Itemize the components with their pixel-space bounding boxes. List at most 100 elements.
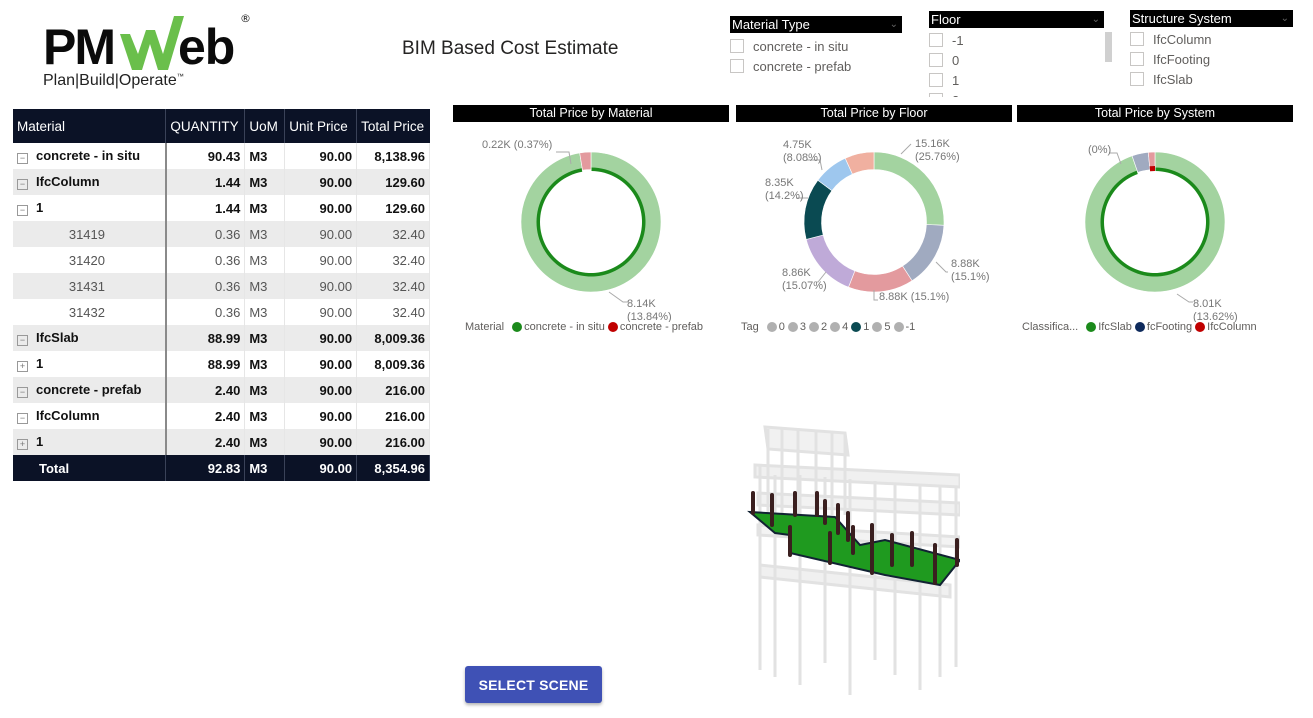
- checkbox[interactable]: [929, 93, 943, 97]
- data-label: 0.22K (0.37%): [482, 139, 552, 151]
- data-label: 15.16K: [915, 138, 951, 150]
- expand-icon[interactable]: +: [17, 439, 28, 450]
- collapse-icon[interactable]: −: [17, 179, 28, 190]
- column-header-uom[interactable]: UoM: [244, 109, 286, 143]
- chevron-down-icon[interactable]: ⌄: [1281, 10, 1289, 27]
- checkbox[interactable]: [929, 33, 943, 47]
- legend-item[interactable]: 4: [830, 321, 848, 333]
- row-label-cell: − IfcColumn: [13, 403, 167, 429]
- checkbox[interactable]: [1130, 32, 1144, 46]
- row-label-cell: − concrete - in situ: [13, 143, 167, 169]
- table-row: − IfcColumn 1.44 M3 90.00 129.60: [13, 169, 430, 195]
- uom-cell: M3: [244, 273, 286, 299]
- legend-label: 0: [778, 321, 785, 333]
- slicer-option[interactable]: IfcFooting: [1130, 49, 1293, 69]
- trademark: ™: [176, 73, 184, 81]
- legend-title: Classifica...: [1022, 321, 1079, 333]
- legend-item[interactable]: 5: [872, 321, 891, 333]
- total-price-cell: 8,009.36: [356, 325, 430, 351]
- legend-item[interactable]: 0: [766, 321, 785, 333]
- legend-dot-icon: [893, 322, 904, 332]
- row-label: concrete - prefab: [36, 382, 142, 397]
- legend-item[interactable]: IfcSlab: [1086, 321, 1132, 333]
- table-row: − concrete - prefab 2.40 M3 90.00 216.00: [13, 377, 430, 403]
- column-header-unit-price[interactable]: Unit Price: [284, 109, 358, 143]
- uom-cell: M3: [244, 169, 286, 195]
- legend-dot-icon: [1195, 322, 1206, 332]
- option-label: 2: [952, 93, 959, 98]
- total-price-cell: 32.40: [356, 299, 430, 325]
- column-header-material[interactable]: Material: [13, 109, 167, 143]
- row-label-cell: 31419: [13, 221, 167, 247]
- pmweb-logo: PM eb ® Plan|Build|Operate™: [40, 12, 260, 92]
- legend-item[interactable]: concrete - prefab: [607, 321, 703, 333]
- expand-icon[interactable]: +: [17, 361, 28, 372]
- checkbox[interactable]: [1130, 52, 1144, 66]
- checkbox[interactable]: [929, 73, 943, 87]
- slicer-option[interactable]: concrete - in situ: [730, 36, 902, 56]
- unit-price-cell: 90.00: [284, 351, 358, 377]
- slicer-option[interactable]: concrete - prefab: [730, 56, 902, 76]
- slicer-option[interactable]: IfcColumn: [1130, 29, 1293, 49]
- checkbox[interactable]: [730, 59, 744, 73]
- table-row: − IfcColumn 2.40 M3 90.00 216.00: [13, 403, 430, 429]
- slicer-option[interactable]: -1: [929, 30, 1104, 50]
- legend-item[interactable]: -1: [893, 321, 915, 333]
- legend-item[interactable]: concrete - in situ: [512, 321, 605, 333]
- floor-slicer-scrollbar[interactable]: [1105, 32, 1112, 62]
- collapse-icon[interactable]: −: [17, 387, 28, 398]
- column-header-total-price[interactable]: Total Price: [356, 109, 430, 143]
- select-scene-button[interactable]: SELECT SCENE: [465, 666, 602, 703]
- collapse-icon[interactable]: −: [17, 153, 28, 164]
- legend-item[interactable]: IfcColumn: [1195, 321, 1257, 333]
- legend-item[interactable]: fcFooting: [1134, 321, 1192, 333]
- donut-slice-0: [873, 151, 945, 226]
- legend-dot-icon: [851, 322, 862, 332]
- material-type-slicer: Material Type ⌄ concrete - in situ concr…: [730, 16, 902, 76]
- checkbox[interactable]: [1130, 72, 1144, 86]
- quantity-cell: 2.40: [165, 403, 246, 429]
- slicer-header[interactable]: Floor ⌄: [929, 11, 1104, 28]
- table-header-row: Material QUANTITY UoM Unit Price Total P…: [13, 109, 430, 143]
- legend-dot-icon: [1134, 322, 1145, 332]
- option-label: -1: [952, 32, 964, 48]
- checkbox[interactable]: [929, 53, 943, 67]
- data-label: 8.88K (15.1%): [879, 291, 949, 303]
- slicer-title: Floor: [931, 12, 961, 27]
- row-label: 31420: [68, 252, 105, 268]
- data-label: 8.01K: [1193, 298, 1222, 310]
- data-label: (0%): [1088, 144, 1111, 156]
- unit-price-cell: 90.00: [284, 143, 358, 169]
- slicer-option[interactable]: 1: [929, 70, 1104, 90]
- checkbox[interactable]: [730, 39, 744, 53]
- collapse-icon[interactable]: −: [17, 205, 28, 216]
- slicer-header[interactable]: Structure System ⌄: [1130, 10, 1293, 27]
- data-label: (14.2%): [765, 190, 804, 202]
- uom-cell: M3: [244, 325, 286, 351]
- collapse-icon[interactable]: −: [17, 413, 28, 424]
- legend-dot-icon: [766, 322, 777, 332]
- column-header-quantity[interactable]: QUANTITY: [165, 109, 246, 143]
- slicer-option[interactable]: IfcSlab: [1130, 69, 1293, 89]
- legend-dot-icon: [607, 322, 618, 332]
- data-label: (15.1%): [951, 271, 990, 283]
- chart-title: Total Price by Material: [453, 105, 729, 122]
- bim-3d-model-viewer[interactable]: [720, 415, 960, 700]
- collapse-icon[interactable]: −: [17, 335, 28, 346]
- donut-slice-2: [848, 265, 913, 293]
- legend-item[interactable]: 1: [851, 321, 869, 333]
- slicer-header[interactable]: Material Type ⌄: [730, 16, 902, 33]
- legend-item[interactable]: 3: [787, 321, 806, 333]
- table-row: +1 2.40 M3 90.00 216.00: [13, 429, 430, 455]
- legend-label: IfcSlab: [1098, 321, 1132, 333]
- uom-cell: M3: [244, 221, 286, 247]
- donut-slice-3: [902, 224, 945, 282]
- row-label: 31431: [68, 278, 105, 294]
- unit-price-cell: 90.00: [284, 169, 358, 195]
- chevron-down-icon[interactable]: ⌄: [1092, 11, 1100, 28]
- chevron-down-icon[interactable]: ⌄: [890, 16, 898, 33]
- slicer-option[interactable]: 0: [929, 50, 1104, 70]
- slicer-option[interactable]: 2: [929, 90, 1104, 97]
- legend-dot-icon: [512, 322, 523, 332]
- legend-item[interactable]: 2: [809, 321, 827, 333]
